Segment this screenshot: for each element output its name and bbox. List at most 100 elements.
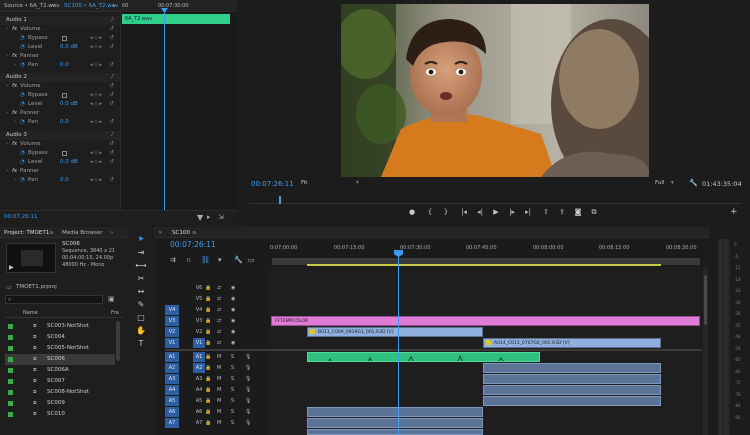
track-header-a4[interactable]: A4 A4 🔒 M S 🎙 [165,385,270,396]
program-playhead[interactable] [279,196,281,204]
mic-icon[interactable]: 🎙 [245,363,251,374]
reset-icon[interactable]: ↺ [109,43,114,52]
mute-button[interactable]: M [217,396,221,407]
tab-menu-icon[interactable]: ≡ [192,227,197,239]
solo-button[interactable]: S [231,363,234,374]
stopwatch-icon[interactable]: ◔ [20,61,25,70]
eye-icon[interactable]: ◉ [231,305,235,316]
audio1-bypass-row[interactable]: ◔ Bypass ◂ ◇ ▸ ↺ [0,34,120,43]
audio3-section[interactable]: Audio 3 ♪ [0,131,120,140]
reset-icon[interactable]: ↺ [109,149,114,158]
mute-button[interactable]: M [217,374,221,385]
hand-tool-icon[interactable]: ✋ [135,326,147,336]
track-source[interactable]: V3 [165,316,179,326]
keyframe-nav-icon[interactable]: ◂ ◇ ▸ [90,149,102,158]
list-item[interactable]: ⧈ SC005-NotShot [5,343,115,354]
reset-icon[interactable]: ↺ [109,176,114,185]
audio3-panner-row[interactable]: › fx Panner [0,167,120,176]
captions-icon[interactable]: ▭ [248,256,255,264]
stopwatch-icon[interactable]: ◔ [20,158,25,167]
audio3-level-row[interactable]: ◔ Level 0.0 dB ◂ ◇ ▸ ↺ [0,158,120,167]
track-header-a5[interactable]: A5 A5 🔒 M S 🎙 [165,396,270,407]
collapse-icon[interactable]: › [6,140,8,149]
reset-icon[interactable]: ↺ [109,82,114,91]
type-tool-icon[interactable]: T [135,339,147,349]
lock-icon[interactable]: 🔒 [205,407,211,418]
sequence-clip-label[interactable]: SC100 • 6A_T2.wav [64,0,118,12]
lock-icon[interactable]: 🔒 [205,352,211,363]
zoom-fit-select[interactable]: Fit [301,180,307,186]
audio-clip-a6[interactable] [307,407,483,417]
audio2-pan-row[interactable]: › ◔ Pan 0.0 ◂ ◇ ▸ ↺ [0,118,120,127]
thumbnail-play-icon[interactable]: ▶ [9,264,14,271]
eye-icon[interactable]: ◉ [231,294,235,305]
tab-sequence[interactable]: SC100 [172,227,190,239]
track-source[interactable]: V1 [165,338,179,348]
track-header-v4[interactable]: V4 V4 🔒 ⇄ ◉ [165,305,270,316]
stopwatch-icon[interactable]: ◔ [20,34,25,43]
stopwatch-icon[interactable]: ◔ [20,149,25,158]
audio2-section[interactable]: Audio 2 ♪ [0,73,120,82]
wrench-icon[interactable]: 🔧 [689,179,698,187]
expand-icon[interactable]: › [14,118,16,127]
playback-icon[interactable]: ▸ [207,213,211,221]
stopwatch-icon[interactable]: ◔ [20,100,25,109]
lock-icon[interactable]: 🔒 [205,305,211,316]
collapse-icon[interactable]: › [6,167,8,176]
sync-icon[interactable]: ⇄ [217,327,221,338]
track-source[interactable]: A3 [165,374,179,384]
program-video-frame[interactable] [341,4,649,177]
keyframe-nav-icon[interactable]: ◂ ◇ ▸ [90,158,102,167]
track-header-v2[interactable]: V2 V2 🔒 ⇄ ◉ [165,327,270,338]
list-item[interactable]: ⧈ SC007 [5,376,115,387]
razor-tool-icon[interactable]: ✂ [135,274,147,284]
lock-icon[interactable]: 🔒 [205,363,211,374]
audio-clip-a4[interactable] [483,385,661,395]
color-matte-clip[interactable]: FFTEMPCOLOR [271,316,700,326]
lift-icon[interactable]: ⇧ [541,208,551,217]
ec-timecode[interactable]: 00:07:26:11 [4,214,38,220]
audio2-volume-row[interactable]: › fx Volume ↺ [0,82,120,91]
reset-icon[interactable]: ↺ [109,34,114,43]
audio3-bypass-row[interactable]: ◔ Bypass ◂ ◇ ▸ ↺ [0,149,120,158]
list-item[interactable]: ⧈ SC010 [5,409,115,420]
go-to-out-icon[interactable]: ▸| [523,208,533,217]
track-header-a3[interactable]: A3 A3 🔒 M S 🎙 [165,374,270,385]
pen-tool-icon[interactable]: ✎ [135,300,147,310]
collapse-icon[interactable]: › [6,109,8,118]
clip-thumbnail[interactable]: ▶ [6,243,56,273]
label-color-swatch[interactable] [8,412,13,417]
step-forward-icon[interactable]: |▸ [507,208,517,217]
audio1-pan-row[interactable]: › ◔ Pan 0.0 ◂ ◇ ▸ ↺ [0,61,120,70]
track-header-a2[interactable]: A2 A2 🔒 M S 🎙 [165,363,270,374]
reset-icon[interactable]: ↺ [109,100,114,109]
collapse-icon[interactable]: › [6,25,8,34]
project-scrollbar[interactable] [116,321,120,361]
go-to-in-icon[interactable]: |◂ [459,208,469,217]
stopwatch-icon[interactable]: ◔ [20,91,25,100]
add-button-icon[interactable]: + [730,207,738,217]
reset-icon[interactable]: ↺ [109,140,114,149]
audio3-pan-value[interactable]: 0.0 [60,176,69,185]
audio3-level-value[interactable]: 0.0 dB [60,158,78,167]
audio1-panner-row[interactable]: › fx Panner [0,52,120,61]
audio1-volume-row[interactable]: › fx Volume ↺ [0,25,120,34]
audio-clip-a5[interactable] [483,396,661,406]
add-marker-icon[interactable]: ● [407,208,417,217]
bypass-checkbox[interactable] [62,36,67,41]
reset-icon[interactable]: ↺ [109,61,114,70]
zoom-dropdown-icon[interactable]: ▾ [356,180,359,186]
mute-button[interactable]: M [217,352,221,363]
ec-ruler[interactable]: 00 00:07:30:00 [120,0,237,12]
eye-icon[interactable]: ◉ [231,338,235,349]
track-source[interactable]: A4 [165,385,179,395]
list-item[interactable]: ⧈ SC003-NotShot [5,321,115,332]
in-out-range[interactable] [307,264,661,266]
audio3-pan-row[interactable]: › ◔ Pan 0.0 ◂ ◇ ▸ ↺ [0,176,120,185]
selection-tool-icon[interactable]: ➤ [135,234,147,244]
av-divider[interactable] [165,349,702,351]
ripple-edit-tool-icon[interactable]: ⟷ [135,261,147,271]
col-frame[interactable]: Fra [111,309,119,318]
ec-clip-bar[interactable]: 6A_T2.wav [122,14,230,24]
tab-menu-icon[interactable]: ≡ [49,227,54,239]
